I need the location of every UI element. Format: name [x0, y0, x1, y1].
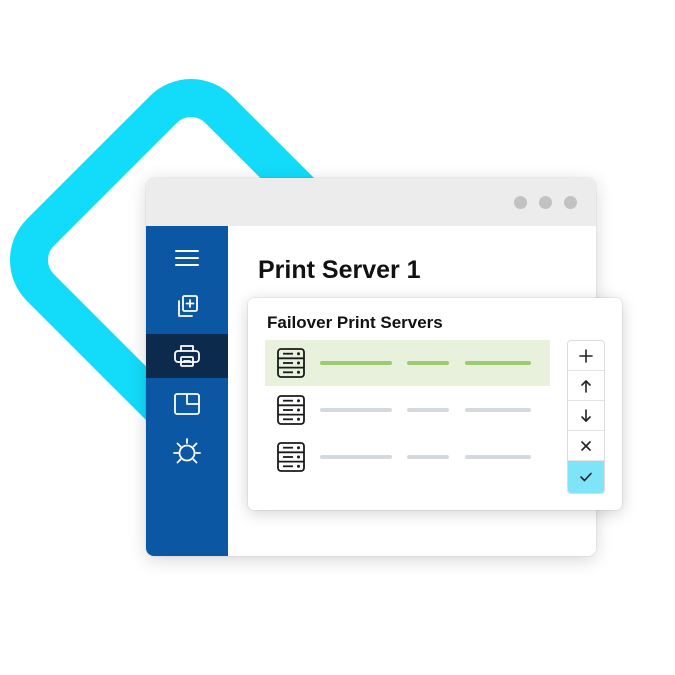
check-icon [580, 472, 592, 482]
server-icon [277, 395, 305, 425]
arrow-up-icon [581, 379, 591, 393]
panel-title: Failover Print Servers [267, 313, 443, 332]
move-down-button[interactable] [568, 401, 604, 431]
server-icon [277, 348, 305, 378]
sidebar-item-add[interactable] [146, 284, 228, 328]
server-detail-bar [465, 408, 531, 412]
title-bar [146, 178, 596, 226]
window-dot[interactable] [514, 196, 527, 209]
server-name-bar [320, 361, 392, 365]
server-status-bar [407, 455, 449, 459]
server-name-bar [320, 408, 392, 412]
action-button-group [567, 340, 605, 494]
menu-icon [175, 250, 199, 266]
server-status-bar [407, 408, 449, 412]
window-dot[interactable] [564, 196, 577, 209]
server-row[interactable] [265, 340, 550, 386]
server-row[interactable] [265, 434, 550, 480]
sidebar-item-menu[interactable] [146, 236, 228, 280]
window-dot[interactable] [539, 196, 552, 209]
sidebar-item-debug[interactable] [146, 430, 228, 474]
server-row[interactable] [265, 387, 550, 433]
move-up-button[interactable] [568, 371, 604, 401]
confirm-button[interactable] [568, 461, 604, 493]
server-detail-bar [465, 455, 531, 459]
window-corner-icon [174, 393, 200, 415]
plus-icon [579, 348, 593, 363]
server-detail-bar [465, 361, 531, 365]
close-icon [581, 440, 591, 451]
sidebar-item-printers[interactable] [146, 334, 228, 378]
sidebar-item-windows[interactable] [146, 382, 228, 426]
server-icon [277, 442, 305, 472]
server-status-bar [407, 361, 449, 365]
add-button[interactable] [568, 341, 604, 371]
sidebar [146, 226, 228, 556]
add-copy-icon [178, 295, 198, 317]
failover-panel: Failover Print Servers [248, 298, 622, 510]
server-name-bar [320, 455, 392, 459]
remove-button[interactable] [568, 431, 604, 461]
page-title: Print Server 1 [258, 256, 421, 284]
arrow-down-icon [581, 408, 591, 422]
printer-icon [174, 345, 200, 367]
bug-icon [173, 438, 201, 464]
